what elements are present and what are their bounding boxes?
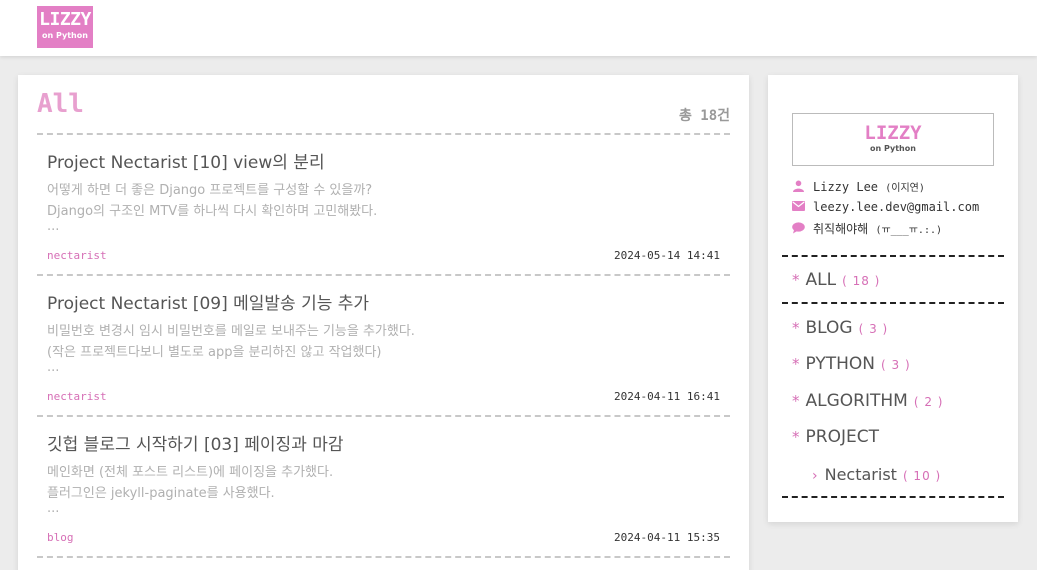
- post-excerpt: 어떻게 하면 더 좋은 Django 프로젝트를 구성할 수 있을까?: [47, 183, 373, 198]
- post-excerpt-ellipsis: ...: [47, 219, 60, 234]
- sidebar-divider: [782, 496, 1004, 498]
- category-label: PROJECT: [805, 427, 879, 447]
- chevron-right-icon: ›: [812, 468, 818, 484]
- category-project[interactable]: * PROJECT: [792, 427, 879, 447]
- post-tag[interactable]: nectarist: [47, 249, 107, 262]
- category-count: ( 18 ): [842, 274, 881, 288]
- post-date: 2024-04-11 16:41: [614, 390, 720, 403]
- category-label: ALGORITHM: [805, 391, 908, 411]
- category-blog[interactable]: * BLOG ( 3 ): [792, 318, 888, 338]
- status-text: 취직해야해: [813, 222, 869, 236]
- post-count: 총 18건: [678, 108, 730, 124]
- post-date: 2024-04-11 15:35: [614, 531, 720, 544]
- sidebar: LIZZY on Python Lizzy Lee (이지연) leezy.le…: [768, 75, 1018, 522]
- sidebar-divider: [782, 255, 1004, 257]
- status-emoticon: (ㅠ___ㅠ.:.): [875, 225, 943, 236]
- email-link[interactable]: leezy.lee.dev@gmail.com: [813, 200, 979, 214]
- post-excerpt: 비밀번호 변경시 임시 비밀번호를 메일로 보내주는 기능을 추가했다.: [47, 324, 415, 339]
- page-title: All: [37, 89, 84, 119]
- asterisk-icon: *: [792, 392, 800, 410]
- post-item[interactable]: Project Nectarist [10] view의 분리 어떻게 하면 더…: [37, 135, 730, 275]
- asterisk-icon: *: [792, 271, 800, 289]
- post-list-panel: All 총 18건 Project Nectarist [10] view의 분…: [18, 75, 749, 570]
- post-title[interactable]: 깃헙 블로그 시작하기 [03] 페이징과 마감: [47, 430, 344, 455]
- category-label: ALL: [805, 270, 837, 290]
- post-title[interactable]: Project Nectarist [09] 메일발송 기능 추가: [47, 289, 369, 314]
- post-tag[interactable]: nectarist: [47, 390, 107, 403]
- post-title[interactable]: Project Nectarist [10] view의 분리: [47, 148, 325, 173]
- category-count: ( 2 ): [913, 395, 944, 409]
- name-text: Lizzy Lee: [813, 180, 879, 194]
- profile-name: Lizzy Lee (이지연): [792, 179, 925, 194]
- category-label: PYTHON: [805, 354, 876, 374]
- logo-subtext: on Python: [42, 31, 88, 40]
- post-date: 2024-05-14 14:41: [614, 249, 720, 262]
- sidebar-logo: LIZZY on Python: [792, 113, 994, 166]
- sidebar-logo-text: LIZZY: [864, 122, 922, 144]
- post-excerpt: 메인화면 (전체 포스트 리스트)에 페이징을 추가했다.: [47, 465, 334, 480]
- post-tag[interactable]: blog: [47, 531, 74, 544]
- category-label: BLOG: [805, 318, 853, 338]
- user-icon: [793, 180, 804, 192]
- name-korean: (이지연): [885, 183, 925, 194]
- post-excerpt: 플러그인은 jekyll-paginate를 사용했다.: [47, 486, 275, 501]
- asterisk-icon: *: [792, 355, 800, 373]
- post-item[interactable]: Project Nectarist [09] 메일발송 기능 추가 비밀번호 변…: [37, 276, 730, 416]
- category-count: ( 3 ): [881, 358, 911, 372]
- top-bar: LIZZY on Python: [0, 0, 1037, 56]
- post-excerpt-ellipsis: ...: [47, 360, 60, 375]
- profile-status: 취직해야해 (ㅠ___ㅠ.:.): [792, 220, 942, 237]
- category-algorithm[interactable]: * ALGORITHM ( 2 ): [792, 391, 943, 411]
- divider: [37, 556, 730, 558]
- asterisk-icon: *: [792, 428, 800, 446]
- sidebar-divider: [782, 302, 1004, 304]
- subcategory-nectarist[interactable]: › Nectarist ( 10 ): [812, 465, 941, 484]
- post-excerpt: (작은 프로젝트다보니 별도로 app을 분리하진 않고 작업했다): [47, 345, 382, 360]
- post-excerpt-ellipsis: ...: [47, 501, 60, 516]
- category-python[interactable]: * PYTHON ( 3 ): [792, 354, 911, 374]
- subcategory-label: Nectarist: [824, 465, 897, 484]
- site-logo[interactable]: LIZZY on Python: [37, 6, 93, 48]
- category-count: ( 3 ): [858, 322, 889, 336]
- post-item[interactable]: 깃헙 블로그 시작하기 [03] 페이징과 마감 메인화면 (전체 포스트 리스…: [37, 417, 730, 557]
- envelope-icon: [792, 201, 805, 211]
- post-excerpt: Django의 구조인 MTV를 하나씩 다시 확인하며 고민해봤다.: [47, 204, 378, 219]
- subcategory-count: ( 10 ): [902, 469, 942, 483]
- category-all[interactable]: * ALL ( 18 ): [792, 270, 880, 290]
- sidebar-logo-subtext: on Python: [870, 144, 916, 153]
- asterisk-icon: *: [792, 319, 800, 337]
- chat-bubble-icon: [792, 222, 805, 234]
- profile-email[interactable]: leezy.lee.dev@gmail.com: [792, 200, 979, 214]
- logo-text: LIZZY: [39, 9, 91, 30]
